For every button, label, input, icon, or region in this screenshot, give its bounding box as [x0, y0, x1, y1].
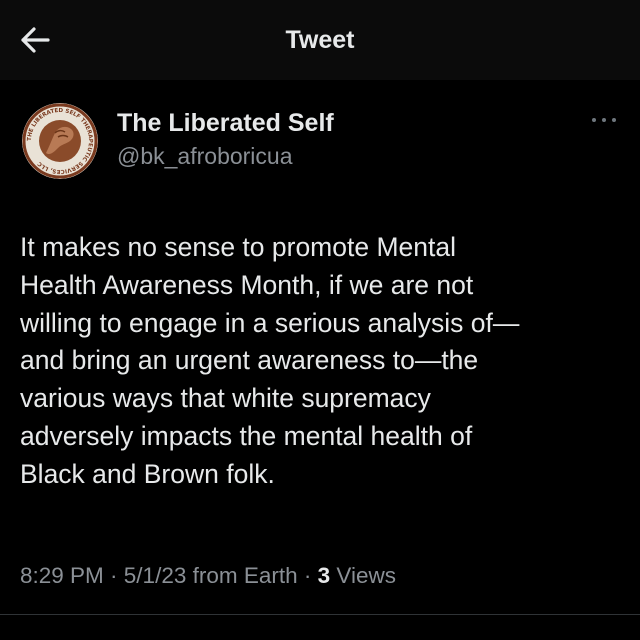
- tweet-source: from Earth: [186, 563, 298, 588]
- author-display-name[interactable]: The Liberated Self: [117, 109, 334, 138]
- meta-separator: ·: [103, 563, 124, 588]
- divider: [0, 614, 640, 615]
- tweet-meta: 8:29 PM · 5/1/23 from Earth · 3 Views: [20, 563, 396, 589]
- meta-separator: ·: [297, 563, 318, 588]
- page-title: Tweet: [285, 26, 355, 54]
- views-count[interactable]: 3: [318, 563, 331, 588]
- tweet-time[interactable]: 8:29 PM: [20, 563, 104, 588]
- top-bar: Tweet: [0, 0, 640, 80]
- tweet-text: It makes no sense to promote Mental Heal…: [20, 232, 520, 489]
- liberated-self-logo: THE LIBERATED SELF THERAPEUTIC SERVICES,…: [22, 103, 98, 179]
- author-handle[interactable]: @bk_afroboricua: [117, 143, 293, 170]
- views-label: Views: [330, 563, 397, 588]
- avatar[interactable]: THE LIBERATED SELF THERAPEUTIC SERVICES,…: [22, 103, 98, 179]
- tweet-date[interactable]: 5/1/23: [124, 563, 187, 588]
- more-options-button[interactable]: [590, 112, 618, 128]
